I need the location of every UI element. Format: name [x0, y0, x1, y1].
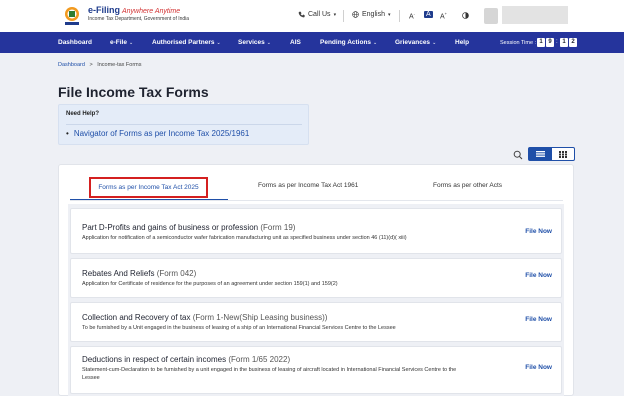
chevron-down-icon: ⌄	[432, 40, 437, 46]
view-toggle	[528, 147, 575, 161]
nav-item-pending-actions[interactable]: Pending Actions ⌄	[320, 39, 377, 46]
nav-label: Services	[238, 39, 265, 46]
chevron-down-icon: ⌄	[216, 40, 221, 46]
chevron-down-icon: ⌄	[373, 40, 378, 46]
call-us-link[interactable]: Call Us ▾	[298, 11, 336, 18]
form-card[interactable]: Part D-Profits and gains of business or …	[70, 208, 562, 254]
form-card[interactable]: Deductions in respect of certain incomes…	[70, 346, 562, 394]
top-header: e-Filing Anywhere Anytime Income Tax Depa…	[0, 0, 624, 32]
form-card[interactable]: Rebates And Reliefs (Form 042) Applicati…	[70, 258, 562, 298]
form-card-description: Application for notification of a semico…	[82, 235, 407, 241]
nav-label: Help	[455, 39, 470, 46]
nav-item-grievances[interactable]: Grievances ⌄	[395, 39, 436, 46]
forms-navigator-link[interactable]: Navigator of Forms as per Income Tax 202…	[74, 129, 250, 138]
contrast-icon[interactable]	[462, 12, 469, 19]
font-increase-button[interactable]: A+	[440, 11, 447, 20]
breadcrumb-dashboard-link[interactable]: Dashboard	[58, 62, 85, 68]
file-now-button[interactable]: File Now	[525, 364, 552, 371]
font-normal-label: A	[424, 11, 433, 18]
file-now-button[interactable]: File Now	[525, 228, 552, 235]
avatar[interactable]	[484, 8, 498, 24]
form-card-title: Rebates And Reliefs	[82, 269, 155, 278]
language-selector[interactable]: English ▾	[352, 11, 390, 18]
need-help-title: Need Help?	[66, 111, 100, 117]
form-card-description: To be furnished by a Unit engaged in the…	[82, 325, 396, 331]
divider	[66, 124, 302, 125]
tab-income-tax-act-2025[interactable]: Forms as per Income Tax Act 2025	[89, 177, 208, 198]
font-decrease-button[interactable]: A-	[409, 11, 415, 20]
tabs-divider	[70, 200, 563, 201]
session-timer-digit: 1	[560, 38, 568, 47]
form-number: (Form 042)	[156, 269, 197, 278]
form-card-description: Statement-cum-Declaration to be furnishe…	[82, 367, 457, 381]
nav-label: e-File	[110, 39, 127, 46]
form-card-title-row: Collection and Recovery of tax (Form 1-N…	[82, 313, 327, 322]
session-timer-digit: 1	[537, 38, 545, 47]
tab-income-tax-act-1961[interactable]: Forms as per Income Tax Act 1961	[258, 182, 358, 189]
main-nav: Dashboard e-File ⌄ Authorised Partners ⌄ S…	[0, 32, 624, 53]
nav-label: Authorised Partners	[152, 39, 215, 46]
breadcrumb: Dashboard > Income-tax Forms	[58, 62, 142, 68]
list-view-button[interactable]	[529, 148, 552, 160]
nav-label: Pending Actions	[320, 39, 372, 46]
breadcrumb-separator: >	[89, 62, 93, 68]
list-view-icon	[535, 151, 545, 157]
bullet: •	[66, 129, 69, 138]
chevron-down-icon: ⌄	[128, 40, 134, 46]
form-card[interactable]: Collection and Recovery of tax (Form 1-N…	[70, 302, 562, 342]
session-time-label: Session Time :	[500, 40, 537, 46]
phone-icon	[298, 11, 305, 18]
font-large-sup: +	[444, 11, 448, 16]
form-number: (Form 19)	[260, 223, 296, 232]
need-help-box: Need Help? • Navigator of Forms as per In…	[58, 104, 309, 145]
nav-item-authorised-partners[interactable]: Authorised Partners ⌄	[152, 39, 221, 46]
nav-label: Dashboard	[58, 39, 92, 46]
divider	[343, 10, 344, 22]
active-tab-indicator	[70, 199, 228, 200]
breadcrumb-current: Income-tax Forms	[97, 62, 142, 68]
globe-icon	[352, 11, 359, 18]
search-icon[interactable]	[513, 150, 523, 160]
file-now-button[interactable]: File Now	[525, 316, 552, 323]
chevron-down-icon: ▾	[387, 11, 391, 18]
file-now-button[interactable]: File Now	[525, 272, 552, 279]
chevron-down-icon: ⌄	[266, 40, 271, 46]
nav-item-e-file[interactable]: e-File ⌄	[110, 39, 133, 46]
nav-item-ais[interactable]: AIS	[290, 39, 301, 46]
session-timer-digit: 2	[569, 38, 577, 47]
tab-other-acts[interactable]: Forms as per other Acts	[433, 182, 502, 189]
nav-label: AIS	[290, 39, 301, 46]
form-card-title: Collection and Recovery of tax	[82, 313, 191, 322]
form-card-title-row: Deductions in respect of certain incomes…	[82, 355, 290, 364]
nav-label: Grievances	[395, 39, 431, 46]
user-profile-menu[interactable]	[502, 6, 568, 24]
font-normal-button[interactable]: A	[424, 11, 433, 18]
grid-view-button[interactable]	[552, 148, 575, 160]
divider	[399, 10, 400, 22]
form-number: (Form 1/65 2022)	[228, 355, 291, 364]
page-title: File Income Tax Forms	[58, 84, 209, 100]
form-number: (Form 1-New(Ship Leasing business))	[192, 313, 328, 322]
form-card-title-row: Part D-Profits and gains of business or …	[82, 223, 295, 232]
session-timer-digit: 9	[546, 38, 554, 47]
grid-view-icon	[558, 150, 567, 158]
nav-item-dashboard[interactable]: Dashboard	[58, 39, 92, 46]
brand[interactable]: e-Filing Anywhere Anytime Income Tax Depa…	[88, 5, 189, 22]
chevron-down-icon: ▾	[333, 11, 337, 18]
forms-navigator-link-row: • Navigator of Forms as per Income Tax 20…	[66, 129, 249, 138]
form-card-title: Part D-Profits and gains of business or …	[82, 223, 259, 232]
form-card-description: Application for Certificate of residence…	[82, 281, 338, 287]
brand-title: e-Filing	[88, 5, 120, 15]
call-us-label: Call Us	[308, 11, 331, 18]
form-card-title: Deductions in respect of certain incomes	[82, 355, 227, 364]
form-card-title-row: Rebates And Reliefs (Form 042)	[82, 269, 196, 278]
nav-item-services[interactable]: Services ⌄	[238, 39, 271, 46]
font-small-sup: -	[413, 11, 416, 16]
emblem-logo-icon[interactable]	[60, 5, 84, 27]
brand-tagline: Anywhere Anytime	[122, 8, 181, 15]
language-label: English	[362, 11, 385, 18]
nav-item-help[interactable]: Help	[455, 39, 469, 46]
timer-colon: :	[556, 39, 558, 45]
brand-subtitle: Income Tax Department, Government of Ind…	[88, 16, 190, 22]
